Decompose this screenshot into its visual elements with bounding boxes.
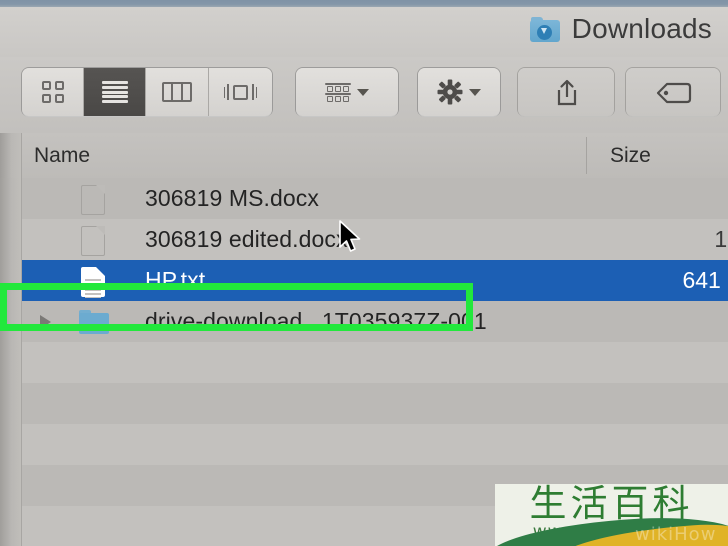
file-name: 306819 MS.docx bbox=[145, 185, 320, 211]
arrange-by-button[interactable] bbox=[296, 68, 398, 116]
column-header-size[interactable]: Size bbox=[610, 144, 651, 168]
share-button[interactable] bbox=[518, 68, 614, 116]
gear-icon bbox=[437, 79, 463, 105]
table-row[interactable]: drive-download...1T035937Z-001 bbox=[21, 301, 728, 342]
arrange-icon bbox=[325, 81, 351, 103]
downloads-folder-icon bbox=[529, 16, 560, 42]
file-name: HP.txt bbox=[145, 267, 206, 293]
chevron-down-icon bbox=[469, 88, 481, 96]
coverflow-icon bbox=[223, 81, 258, 103]
view-mode-group bbox=[22, 68, 272, 116]
watermark-faint-text: wikiHow bbox=[635, 524, 717, 545]
watermark: wikiHow 生活百科 www.bimeiz.com bbox=[495, 484, 728, 546]
columns-icon bbox=[162, 82, 192, 102]
document-icon bbox=[81, 185, 107, 215]
window-top-edge bbox=[0, 0, 728, 7]
mouse-cursor bbox=[338, 220, 364, 256]
edit-tags-button[interactable] bbox=[626, 68, 720, 116]
column-view-button[interactable] bbox=[146, 68, 209, 116]
table-row[interactable]: 306819 MS.docx 8 bbox=[21, 178, 728, 219]
column-header-name[interactable]: Name bbox=[34, 144, 90, 168]
empty-row bbox=[21, 424, 728, 465]
watermark-logo-text: 生活百科 bbox=[529, 484, 694, 525]
document-icon bbox=[81, 226, 107, 256]
page-title: Downloads bbox=[571, 13, 712, 44]
list-view-button[interactable] bbox=[84, 68, 146, 116]
titlebar: Downloads bbox=[0, 7, 728, 58]
finder-window: Downloads Name Size 306819 MS.docx 30681… bbox=[0, 0, 728, 546]
table-row[interactable]: 306819 edited.docx 12 bbox=[21, 219, 728, 260]
sidebar-edge bbox=[0, 133, 22, 178]
empty-row bbox=[21, 342, 728, 383]
grid-icon bbox=[41, 81, 64, 103]
title-group: Downloads bbox=[529, 11, 712, 47]
tag-icon bbox=[656, 82, 692, 104]
list-icon bbox=[101, 81, 128, 103]
icon-view-button[interactable] bbox=[22, 68, 84, 116]
folder-name: drive-download...1T035937Z-001 bbox=[145, 308, 487, 334]
column-divider[interactable] bbox=[586, 137, 587, 174]
action-menu-button[interactable] bbox=[418, 68, 500, 116]
column-header: Name Size bbox=[0, 133, 728, 179]
toolbar bbox=[0, 57, 728, 134]
gallery-view-button[interactable] bbox=[209, 68, 272, 116]
text-file-icon bbox=[81, 267, 107, 298]
sidebar-strip bbox=[0, 178, 22, 546]
table-row-selected[interactable]: HP.txt 641 b bbox=[21, 260, 728, 301]
file-size: 12 bbox=[714, 226, 728, 252]
share-icon bbox=[555, 79, 577, 106]
empty-row bbox=[21, 383, 728, 424]
chevron-down-icon bbox=[357, 88, 369, 96]
disclosure-triangle-icon[interactable] bbox=[40, 315, 51, 329]
file-size: 641 b bbox=[682, 267, 728, 293]
folder-icon bbox=[79, 310, 109, 334]
file-name: 306819 edited.docx bbox=[145, 226, 348, 252]
